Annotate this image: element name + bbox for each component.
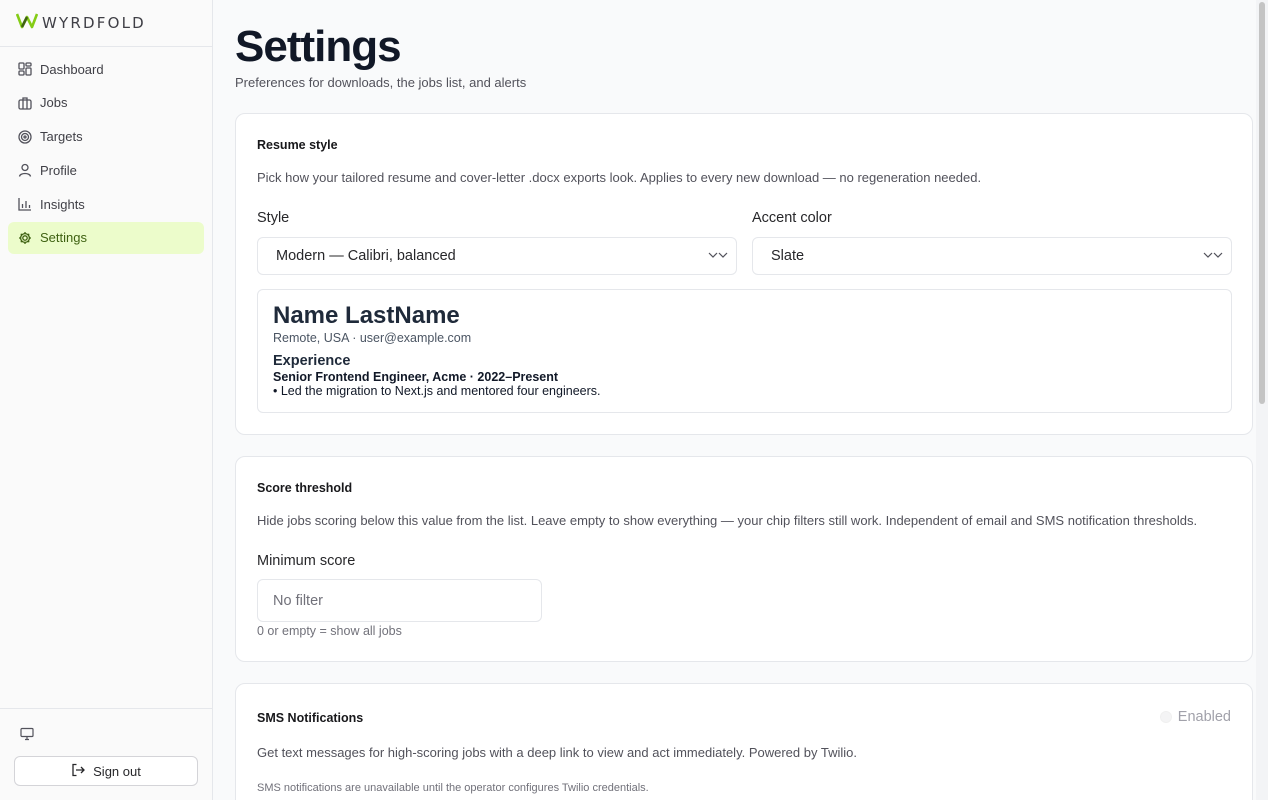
sidebar-footer: Sign out: [0, 708, 212, 800]
sidebar-item-profile[interactable]: Profile: [8, 154, 204, 186]
toggle-switch[interactable]: [1159, 711, 1172, 723]
card-title: SMS Notifications: [257, 711, 364, 725]
minimum-score-label: Minimum score: [257, 553, 356, 569]
brand-name: WYRDFOLD: [42, 14, 146, 32]
bar-chart-icon: [18, 197, 32, 211]
sidebar-item-label: Jobs: [40, 95, 68, 111]
sidebar-item-insights[interactable]: Insights: [8, 188, 204, 220]
sidebar-item-label: Targets: [40, 129, 83, 145]
preview-role: Senior Frontend Engineer, Acme · 2022–Pr…: [273, 370, 559, 384]
sign-out-icon: [71, 763, 86, 780]
preview-bullet: • Led the migration to Next.js and mento…: [273, 384, 601, 398]
target-icon: [18, 129, 32, 144]
score-threshold-card: Score threshold Hide jobs scoring below …: [235, 456, 1253, 662]
brand[interactable]: WYRDFOLD: [0, 0, 212, 47]
sign-out-button[interactable]: Sign out: [14, 756, 198, 786]
toggle-label: Enabled: [1177, 709, 1231, 725]
accent-color-select-value: Slate: [771, 248, 805, 264]
card-title: Score threshold: [257, 481, 353, 495]
sidebar-nav: Dashboard Jobs Targets Profile Insights: [0, 47, 212, 262]
minimum-score-input[interactable]: [257, 579, 542, 622]
page-subtitle: Preferences for downloads, the jobs list…: [235, 75, 527, 90]
accent-color-label: Accent color: [752, 210, 832, 226]
preview-name: Name LastName: [273, 302, 460, 329]
sidebar-item-label: Settings: [40, 230, 87, 246]
sidebar-item-label: Insights: [40, 196, 85, 212]
briefcase-icon: [18, 96, 32, 110]
main-content: Settings Preferences for downloads, the …: [213, 0, 1268, 800]
resume-preview: Name LastName Remote, USA · user@example…: [257, 289, 1232, 413]
card-description: Hide jobs scoring below this value from …: [257, 513, 1198, 528]
sidebar-item-settings[interactable]: Settings: [8, 221, 204, 254]
preview-section-heading: Experience: [273, 353, 351, 369]
sidebar-item-dashboard[interactable]: Dashboard: [8, 53, 204, 85]
scrollbar[interactable]: [1256, 0, 1268, 800]
logo-icon: [15, 13, 39, 34]
minimum-score-hint: 0 or empty = show all jobs: [257, 624, 402, 638]
accent-color-select[interactable]: Slate: [752, 237, 1232, 275]
card-description: Pick how your tailored resume and cover-…: [257, 170, 982, 185]
sms-enabled-toggle[interactable]: Enabled: [1159, 709, 1231, 725]
style-select-value: Modern — Calibri, balanced: [276, 248, 456, 264]
preview-contact: Remote, USA · user@example.com: [273, 331, 472, 345]
gear-icon: [18, 231, 32, 245]
resume-style-card: Resume style Pick how your tailored resu…: [235, 113, 1253, 435]
user-icon: [18, 163, 32, 178]
theme-toggle-button[interactable]: [18, 727, 36, 745]
chevron-down-icon: [1203, 250, 1223, 266]
sign-out-label: Sign out: [93, 763, 141, 779]
sidebar: WYRDFOLD Dashboard Jobs Targets Profile: [0, 0, 213, 800]
page-title: Settings: [235, 22, 402, 71]
scrollbar-thumb[interactable]: [1259, 2, 1265, 404]
sidebar-item-jobs[interactable]: Jobs: [8, 87, 204, 119]
style-label: Style: [257, 210, 290, 226]
sidebar-item-label: Profile: [40, 162, 77, 178]
monitor-icon: [20, 727, 34, 746]
card-title: Resume style: [257, 138, 338, 152]
sms-notifications-card: SMS Notifications Enabled Get text messa…: [235, 683, 1253, 800]
sidebar-item-targets[interactable]: Targets: [8, 121, 204, 153]
card-description: Get text messages for high-scoring jobs …: [257, 745, 857, 760]
style-select[interactable]: Modern — Calibri, balanced: [257, 237, 737, 275]
sms-unavailable-note: SMS notifications are unavailable until …: [257, 782, 649, 794]
chevron-down-icon: [708, 250, 728, 266]
dashboard-icon: [18, 62, 32, 76]
sidebar-item-label: Dashboard: [40, 61, 104, 77]
